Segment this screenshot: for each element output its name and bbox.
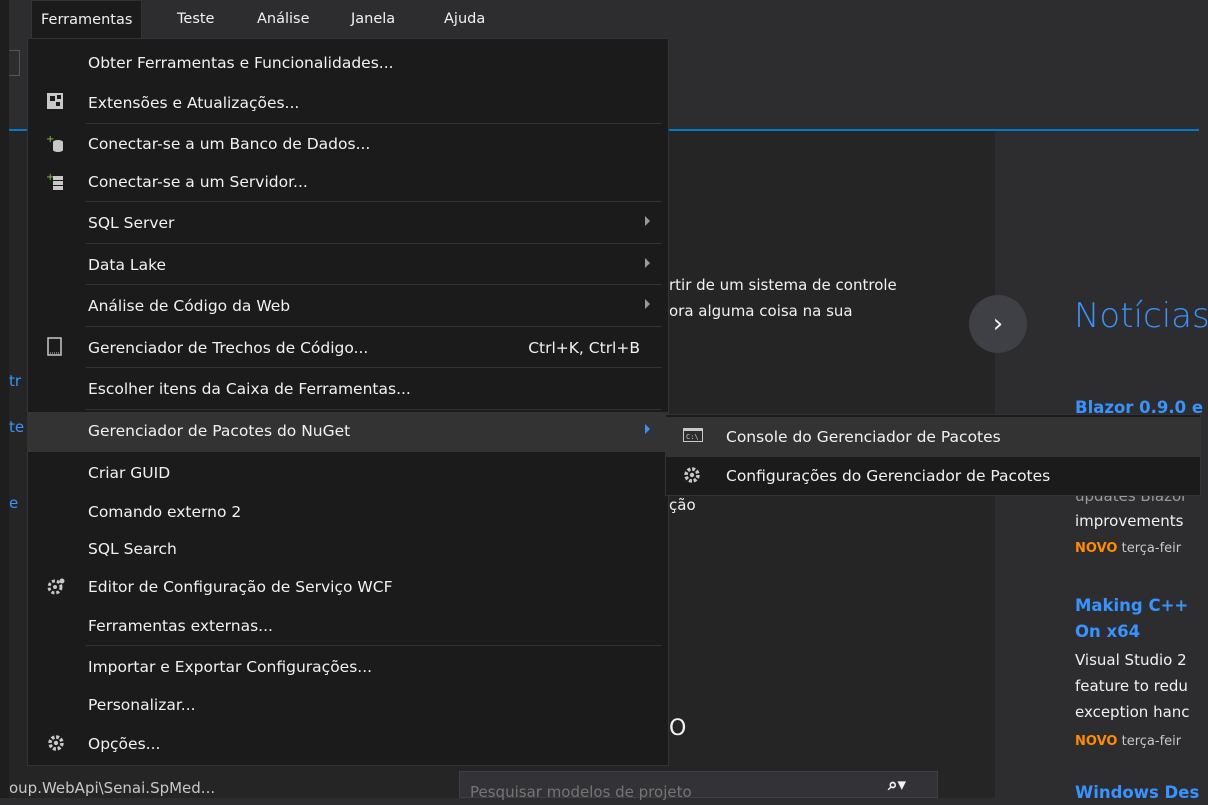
menu-item-connect-database[interactable]: + Conectar-se a um Banco de Dados... (28, 125, 668, 165)
menu-separator (86, 284, 662, 285)
menu-item-label: Escolher itens da Caixa de Ferramentas..… (88, 380, 411, 398)
menu-item-label: Importar e Exportar Configurações... (88, 658, 373, 676)
news-expand-button[interactable]: › (969, 295, 1027, 353)
snippet-icon (46, 337, 68, 359)
submenu-arrow-icon (645, 424, 650, 434)
menu-item-label: SQL Server (88, 214, 175, 232)
menu-item-extensions[interactable]: Extensões e Atualizações... (28, 84, 668, 124)
menu-item-label: Ferramentas externas... (88, 617, 273, 635)
menu-item-label: Data Lake (88, 256, 167, 274)
extensions-icon (46, 92, 68, 114)
menu-item-connect-server[interactable]: + Conectar-se a um Servidor... (28, 163, 668, 203)
menu-separator (86, 367, 662, 368)
toolbar-fragment (9, 50, 20, 76)
submenu-arrow-icon (645, 258, 650, 268)
menu-separator (86, 326, 662, 327)
menu-item-data-lake[interactable]: Data Lake (28, 246, 668, 286)
wcf-config-icon (46, 576, 68, 598)
template-search: ⌕▾ (459, 771, 938, 805)
menu-item-label: Conectar-se a um Banco de Dados... (88, 135, 371, 153)
menu-item-label: Comando externo 2 (88, 503, 242, 521)
menu-separator (86, 645, 662, 646)
chevron-right-icon: › (992, 309, 1004, 339)
menu-item-label: Extensões e Atualizações... (88, 94, 300, 112)
menu-separator (86, 243, 662, 244)
search-icon[interactable]: ⌕▾ (888, 775, 912, 797)
news-item-2-text-2: feature to redu (1075, 677, 1188, 695)
database-connect-icon: + (46, 133, 68, 155)
menu-item-web-code-analysis[interactable]: Análise de Código da Web (28, 287, 668, 327)
submenu-item-package-settings[interactable]: Configurações do Gerenciador de Pacotes (666, 456, 1200, 496)
menu-item-get-tools[interactable]: Obter Ferramentas e Funcionalidades... (28, 44, 668, 84)
menu-item-label: Gerenciador de Pacotes do NuGet (88, 422, 351, 440)
menu-item-label: Análise de Código da Web (88, 297, 291, 315)
menu-item-toolbox-items[interactable]: Escolher itens da Caixa de Ferramentas..… (28, 370, 668, 410)
menu-item-snippet-manager[interactable]: Gerenciador de Trechos de Código... Ctrl… (28, 329, 668, 369)
menu-item-label: Gerenciador de Trechos de Código... (88, 339, 369, 357)
left-link-1[interactable]: tr (9, 372, 21, 390)
menu-item-wcf-config-editor[interactable]: Editor de Configuração de Serviço WCF (28, 568, 668, 608)
menu-teste[interactable]: Teste (168, 0, 223, 38)
menu-shortcut: Ctrl+K, Ctrl+B (528, 339, 640, 357)
menu-separator (86, 201, 662, 202)
submenu-item-label: Configurações do Gerenciador de Pacotes (726, 467, 1051, 485)
menu-janela[interactable]: Janela (342, 0, 404, 38)
news-item-3-title[interactable]: Windows Des (1075, 783, 1199, 802)
news-item-2-meta: NOVO terça-feir (1075, 734, 1181, 749)
start-text-line-2: ora alguma coisa na sua (669, 302, 853, 320)
menu-item-create-guid[interactable]: Criar GUID (28, 454, 668, 494)
tools-menu: Obter Ferramentas e Funcionalidades... E… (27, 38, 669, 766)
new-badge: NOVO (1075, 541, 1118, 556)
start-heading-partial: O (669, 716, 687, 741)
menu-item-label: Criar GUID (88, 464, 171, 482)
left-edge-strip (0, 0, 9, 798)
news-item-2-title-1[interactable]: Making C++ (1075, 596, 1188, 615)
menu-analise[interactable]: Análise (248, 0, 319, 38)
menu-item-external-tools[interactable]: Ferramentas externas... (28, 607, 668, 647)
new-badge: NOVO (1075, 734, 1118, 749)
menu-separator (86, 123, 662, 124)
gear-icon (46, 733, 68, 755)
menu-item-sql-server[interactable]: SQL Server (28, 204, 668, 244)
menu-item-sql-search[interactable]: SQL Search (28, 530, 668, 570)
left-link-3[interactable]: e (9, 494, 18, 512)
menu-separator (86, 409, 662, 410)
server-connect-icon: + (46, 171, 68, 193)
menu-item-nuget-manager[interactable]: Gerenciador de Pacotes do NuGet (28, 412, 668, 452)
console-icon: C:\ (682, 426, 704, 448)
menu-item-customize[interactable]: Personalizar... (28, 686, 668, 726)
menu-ajuda[interactable]: Ajuda (435, 0, 494, 38)
news-item-2-text-3: exception hanc (1075, 703, 1190, 721)
menu-item-label: Obter Ferramentas e Funcionalidades... (88, 54, 394, 72)
news-date: terça-feir (1121, 734, 1182, 749)
news-item-2-title-2[interactable]: On x64 (1075, 622, 1140, 641)
news-title: Notícias (1074, 296, 1208, 336)
gear-icon (682, 465, 704, 487)
submenu-item-package-console[interactable]: C:\ Console do Gerenciador de Pacotes (666, 417, 1200, 457)
menu-item-label: Conectar-se a um Servidor... (88, 173, 308, 191)
nuget-submenu: C:\ Console do Gerenciador de Pacotes Co… (665, 414, 1201, 496)
menu-item-label: Editor de Configuração de Serviço WCF (88, 578, 393, 596)
menu-item-label: Personalizar... (88, 696, 196, 714)
menu-item-options[interactable]: Opções... (28, 725, 668, 765)
news-item-1-text: improvements (1075, 512, 1184, 530)
menu-item-label: Opções... (88, 735, 161, 753)
left-link-2[interactable]: te (9, 418, 24, 436)
search-input[interactable] (470, 772, 870, 805)
submenu-arrow-icon (645, 299, 650, 309)
news-item-1-meta: NOVO terça-feir (1075, 541, 1181, 556)
menu-item-external-command-2[interactable]: Comando externo 2 (28, 493, 668, 533)
menu-item-import-export[interactable]: Importar e Exportar Configurações... (28, 648, 668, 688)
start-text-line-3: ção (669, 496, 696, 514)
submenu-arrow-icon (645, 216, 650, 226)
svg-text:C:\: C:\ (686, 433, 699, 441)
menu-item-label: SQL Search (88, 540, 177, 558)
start-text-line-1: rtir de um sistema de controle (669, 276, 897, 294)
menu-ferramentas[interactable]: Ferramentas (31, 0, 143, 39)
project-path: oup.WebApi\Senai.SpMed... (9, 779, 216, 797)
submenu-item-label: Console do Gerenciador de Pacotes (726, 428, 1001, 446)
menu-bar: Ferramentas Teste Análise Janela Ajuda (9, 0, 1208, 76)
news-date: terça-feir (1121, 541, 1182, 556)
news-item-2-text-1: Visual Studio 2 (1075, 651, 1187, 669)
